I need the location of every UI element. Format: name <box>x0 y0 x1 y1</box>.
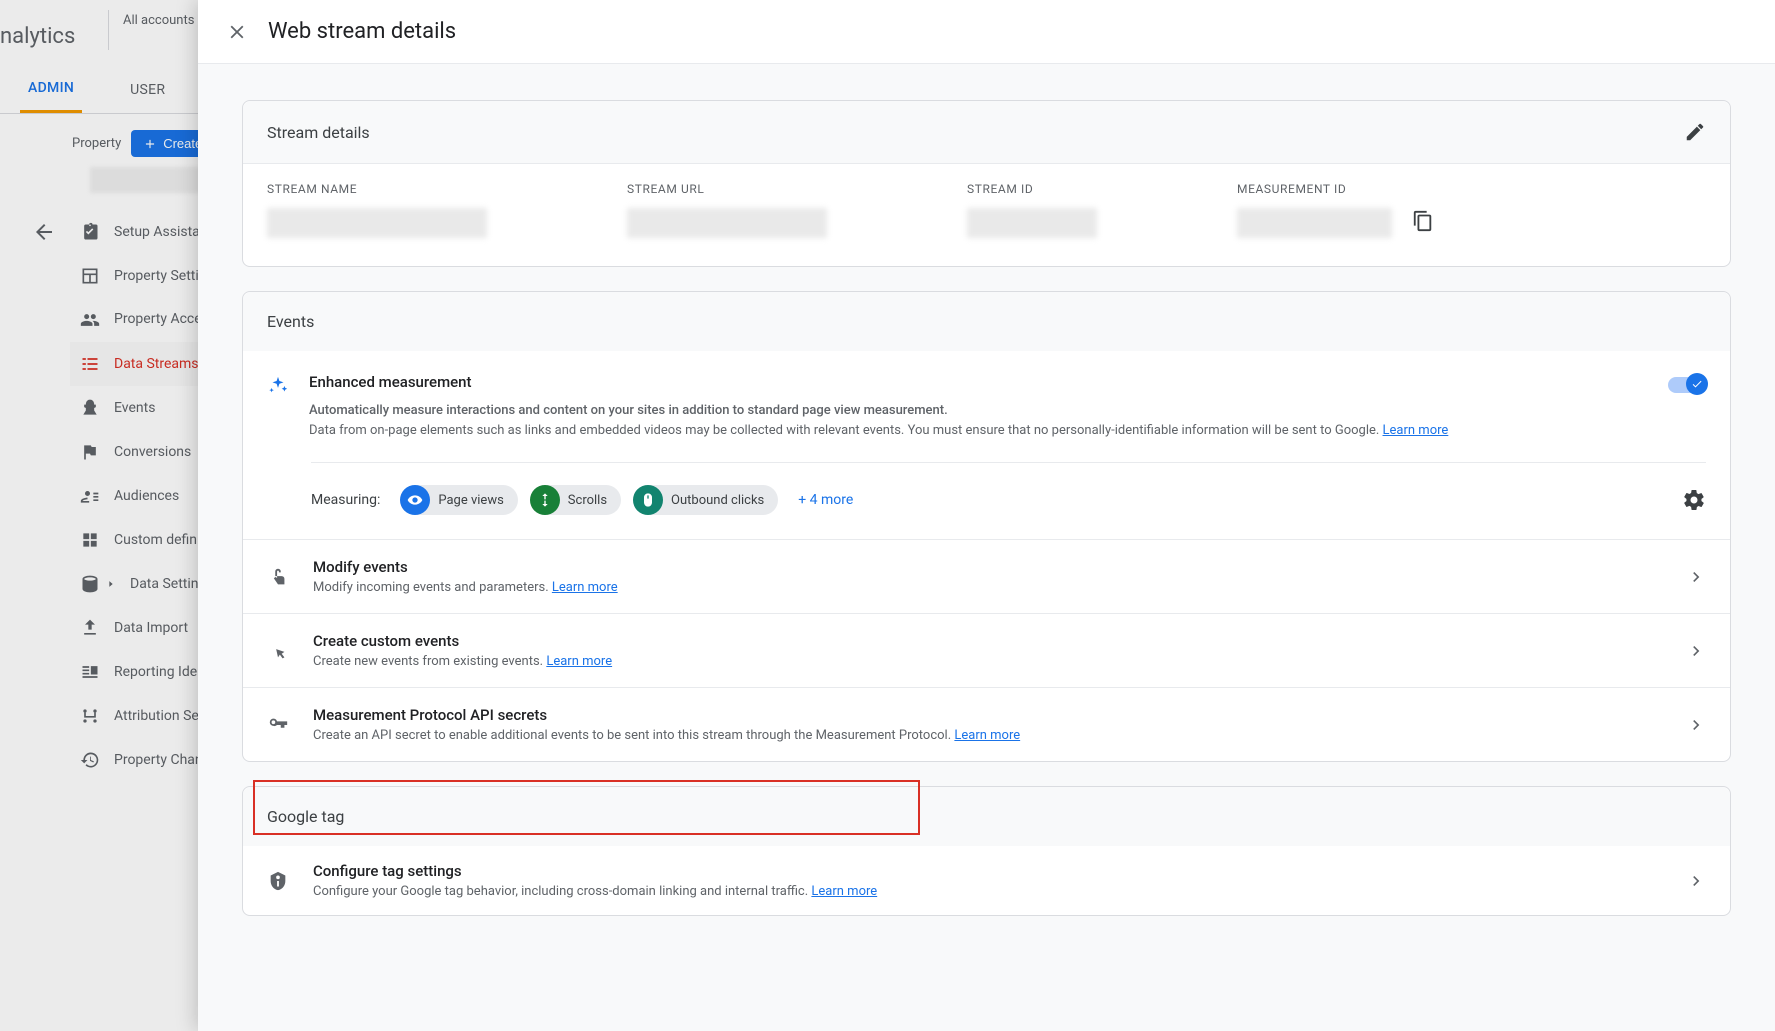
measuring-row: Measuring: Page views Scrolls Outbound c… <box>311 462 1706 539</box>
stream-id-label: STREAM ID <box>967 182 1227 196</box>
row-desc: Create new events from existing events. <box>313 654 546 669</box>
row-desc: Create an API secret to enable additiona… <box>313 728 954 743</box>
google-tag-panel: Google tag Configure tag settings Config… <box>242 786 1731 916</box>
tag-icon <box>267 870 289 892</box>
stream-id-value-redacted <box>967 208 1097 238</box>
measuring-settings-button[interactable] <box>1682 488 1706 512</box>
enhanced-measurement-desc2: Data from on-page elements such as links… <box>309 423 1383 438</box>
measurement-id-label: MEASUREMENT ID <box>1237 182 1706 196</box>
edit-button[interactable] <box>1684 121 1706 143</box>
measuring-label: Measuring: <box>311 492 380 508</box>
pencil-icon <box>1684 121 1706 143</box>
clipboard-icon <box>80 222 100 242</box>
plus-icon <box>143 137 157 151</box>
people-icon <box>80 310 100 330</box>
row-learn-more[interactable]: Learn more <box>552 580 618 595</box>
upload-icon <box>80 618 100 638</box>
caret-right-icon <box>106 579 116 589</box>
row-desc: Configure your Google tag behavior, incl… <box>313 884 811 899</box>
row-title: Modify events <box>313 558 1662 576</box>
row-learn-more[interactable]: Learn more <box>954 728 1020 743</box>
chevron-right-icon <box>1686 715 1706 735</box>
attribution-icon <box>80 706 100 726</box>
copy-icon <box>1412 210 1434 232</box>
stream-url-value-redacted <box>627 208 827 238</box>
database-icon <box>80 574 100 594</box>
create-button-label: Create <box>163 136 202 151</box>
product-logo: nalytics <box>0 24 75 49</box>
history-icon <box>80 750 100 770</box>
more-chips-link[interactable]: + 4 more <box>798 492 853 508</box>
measurement-protocol-row[interactable]: Measurement Protocol API secrets Create … <box>243 687 1730 761</box>
cursor-click-icon <box>267 640 289 662</box>
nav-label: Conversions <box>114 444 191 460</box>
stream-details-title: Stream details <box>267 123 370 142</box>
google-tag-title: Google tag <box>243 787 1730 846</box>
row-desc: Modify incoming events and parameters. <box>313 580 552 595</box>
gear-icon <box>1682 488 1706 512</box>
row-title: Create custom events <box>313 632 1662 650</box>
row-title: Measurement Protocol API secrets <box>313 706 1662 724</box>
back-button[interactable] <box>30 218 58 246</box>
web-stream-details-modal: Web stream details Stream details STREAM… <box>198 0 1775 1031</box>
enhanced-measurement-title: Enhanced measurement <box>309 373 1648 391</box>
chevron-right-icon <box>1686 567 1706 587</box>
streams-icon <box>80 354 100 374</box>
chip-label: Page views <box>438 493 503 508</box>
touch-icon <box>267 566 289 588</box>
configure-tag-settings-row[interactable]: Configure tag settings Configure your Go… <box>243 846 1730 915</box>
layout-icon <box>80 266 100 286</box>
stream-name-value-redacted <box>267 208 487 238</box>
arrow-left-icon <box>32 220 56 244</box>
modal-header: Web stream details <box>198 0 1775 64</box>
close-icon <box>226 21 248 43</box>
tab-admin[interactable]: ADMIN <box>20 66 82 113</box>
audience-icon <box>80 486 100 506</box>
scroll-icon <box>537 492 553 508</box>
check-icon <box>1691 378 1703 390</box>
row-title: Configure tag settings <box>313 862 1662 880</box>
chevron-right-icon <box>1686 871 1706 891</box>
blocks-icon <box>80 530 100 550</box>
chip-outbound-clicks: Outbound clicks <box>633 485 778 515</box>
chevron-right-icon <box>1686 641 1706 661</box>
enhanced-measurement-row: Enhanced measurement Automatically measu… <box>243 351 1730 462</box>
chip-scrolls: Scrolls <box>530 485 621 515</box>
copy-measurement-id-button[interactable] <box>1406 204 1440 238</box>
create-custom-events-row[interactable]: Create custom events Create new events f… <box>243 613 1730 687</box>
nav-label: Events <box>114 400 155 416</box>
stream-name-label: STREAM NAME <box>267 182 617 196</box>
events-icon <box>80 398 100 418</box>
chip-label: Outbound clicks <box>671 493 764 508</box>
property-label: Property <box>72 136 121 151</box>
nav-label: Data Import <box>114 620 188 636</box>
nav-label: Audiences <box>114 488 179 504</box>
chip-label: Scrolls <box>568 493 607 508</box>
close-button[interactable] <box>226 21 248 43</box>
key-icon <box>267 714 289 736</box>
flag-icon <box>80 442 100 462</box>
stream-url-label: STREAM URL <box>627 182 957 196</box>
identity-icon <box>80 662 100 682</box>
events-title: Events <box>267 312 314 331</box>
enhanced-measurement-toggle[interactable] <box>1668 377 1706 393</box>
row-learn-more[interactable]: Learn more <box>546 654 612 669</box>
enhanced-learn-more-link[interactable]: Learn more <box>1383 423 1449 438</box>
modify-events-row[interactable]: Modify events Modify incoming events and… <box>243 539 1730 613</box>
tab-user[interactable]: USER <box>122 68 173 112</box>
enhanced-measurement-desc1: Automatically measure interactions and c… <box>309 403 948 418</box>
eye-icon <box>407 492 423 508</box>
nav-label: Data Streams <box>114 356 199 372</box>
stream-details-panel: Stream details STREAM NAME STREAM URL ST… <box>242 100 1731 267</box>
events-panel: Events Enhanced measurement Automaticall… <box>242 291 1731 762</box>
chip-page-views: Page views <box>400 485 517 515</box>
sparkle-icon <box>267 375 289 397</box>
row-learn-more[interactable]: Learn more <box>811 884 877 899</box>
modal-title: Web stream details <box>268 19 456 44</box>
mouse-icon <box>640 492 656 508</box>
measurement-id-value-redacted <box>1237 208 1392 238</box>
